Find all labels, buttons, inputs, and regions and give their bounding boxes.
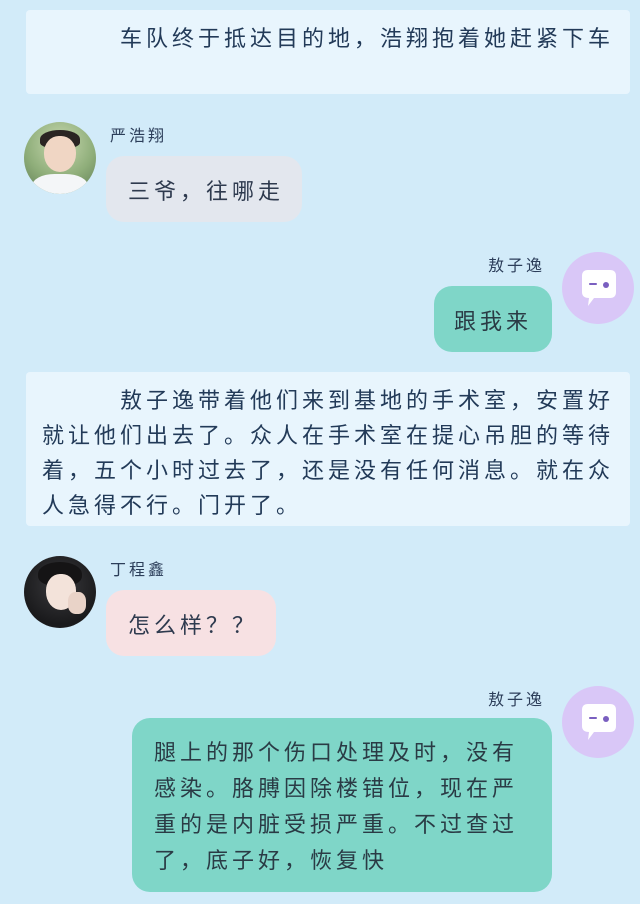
message-text: 跟我来 xyxy=(454,310,533,335)
speaker-name: 敖子逸 xyxy=(488,690,546,709)
avatar-ao-ziyi[interactable] xyxy=(562,686,634,758)
avatar-ao-ziyi[interactable] xyxy=(562,252,634,324)
speaker-name: 敖子逸 xyxy=(488,256,546,275)
avatar-yan-haoxiang[interactable] xyxy=(24,122,96,194)
speaker-name: 丁程鑫 xyxy=(110,560,168,579)
message-bubble: 跟我来 xyxy=(434,286,552,352)
speaker-name: 严浩翔 xyxy=(110,126,168,145)
message-bubble: 三爷，往哪走 xyxy=(106,156,302,222)
narration-block: 敖子逸带着他们来到基地的手术室，安置好就让他们出去了。众人在手术室在提心吊胆的等… xyxy=(26,372,630,526)
narration-text: 敖子逸带着他们来到基地的手术室，安置好就让他们出去了。众人在手术室在提心吊胆的等… xyxy=(42,389,615,519)
chat-bubble-wink-icon xyxy=(582,270,616,306)
message-text: 三爷，往哪走 xyxy=(128,180,285,205)
message-text: 腿上的那个伤口处理及时，没有感染。胳膊因除楼错位，现在严重的是内脏受损严重。不过… xyxy=(154,741,519,874)
chat-bubble-wink-icon xyxy=(582,704,616,740)
narration-text: 车队终于抵达目的地，浩翔抱着她赶紧下车 xyxy=(120,27,615,52)
narration-block: 车队终于抵达目的地，浩翔抱着她赶紧下车 xyxy=(26,10,630,94)
avatar-ding-chengxin[interactable] xyxy=(24,556,96,628)
message-bubble: 腿上的那个伤口处理及时，没有感染。胳膊因除楼错位，现在严重的是内脏受损严重。不过… xyxy=(132,718,552,892)
message-text: 怎么样？？ xyxy=(128,614,259,639)
message-bubble: 怎么样？？ xyxy=(106,590,276,656)
